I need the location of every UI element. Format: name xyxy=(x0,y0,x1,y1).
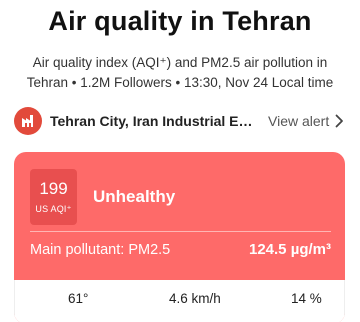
aqi-value: 199 xyxy=(39,179,68,198)
aqi-badge: 199 US AQI⁺ xyxy=(30,169,77,225)
view-alert-link[interactable]: View alert xyxy=(268,113,329,129)
humidity-value: 14 % xyxy=(291,291,322,306)
station-alert-row[interactable]: Tehran City, Iran Industrial Emissi... V… xyxy=(14,106,346,136)
aqi-unit: US AQI⁺ xyxy=(35,204,72,214)
temperature-value: 61° xyxy=(68,291,89,306)
weather-strip: 61° 4.6 km/h 14 % xyxy=(14,280,345,322)
aqi-status: Unhealthy xyxy=(93,187,176,206)
aqi-card: 199 US AQI⁺ Unhealthy Main pollutant: PM… xyxy=(14,152,345,322)
card-divider xyxy=(30,231,331,232)
station-name[interactable]: Tehran City, Iran Industrial Emissi... xyxy=(50,113,258,129)
pollutant-concentration: 124.5 µg/m³ xyxy=(248,241,331,258)
wind-speed-value: 4.6 km/h xyxy=(169,291,221,306)
page-subtitle: Air quality index (AQI⁺) and PM2.5 air p… xyxy=(26,55,334,90)
chevron-right-icon[interactable] xyxy=(335,114,344,128)
page-title: Air quality in Tehran xyxy=(48,6,312,36)
main-pollutant: Main pollutant: PM2.5 xyxy=(30,242,171,258)
factory-icon xyxy=(14,107,42,135)
